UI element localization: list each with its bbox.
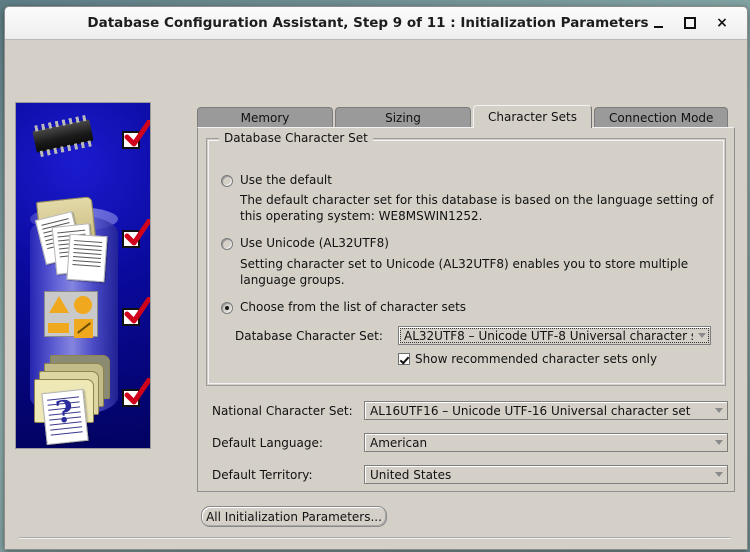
window-controls: ×: [651, 16, 747, 30]
radio-use-default[interactable]: Use the default: [221, 173, 332, 187]
close-icon[interactable]: ×: [715, 16, 729, 30]
tab-connection-mode[interactable]: Connection Mode: [594, 107, 729, 128]
default-territory-value: United States: [370, 467, 452, 482]
default-territory-row: Default Territory: United States: [212, 465, 728, 484]
default-language-label: Default Language:: [212, 435, 323, 450]
question-document-icon: ?: [41, 388, 89, 446]
radio-use-unicode[interactable]: Use Unicode (AL32UTF8): [221, 236, 389, 250]
footer-divider: [19, 537, 731, 539]
database-character-set-row: Database Character Set: AL32UTF8 – Unico…: [235, 326, 713, 345]
default-language-row: Default Language: American: [212, 433, 728, 452]
all-initialization-parameters-button[interactable]: All Initialization Parameters...: [201, 506, 387, 527]
title-bar: Database Configuration Assistant, Step 9…: [5, 7, 747, 40]
document-icon: [66, 233, 108, 283]
checkbox-indicator: [398, 353, 410, 365]
chevron-down-icon[interactable]: [693, 327, 710, 344]
illustration-background: ?: [16, 103, 150, 448]
national-character-set-label: National Character Set:: [212, 403, 353, 418]
pencil-icon: [73, 318, 95, 339]
tab-character-sets[interactable]: Character Sets: [473, 105, 593, 128]
tab-bar: Memory Sizing Character Sets Connection …: [197, 105, 737, 128]
chevron-down-icon[interactable]: [710, 402, 727, 419]
chevron-down-icon[interactable]: [710, 466, 727, 483]
application-window: Database Configuration Assistant, Step 9…: [4, 6, 748, 550]
database-character-set-label: Database Character Set:: [235, 328, 383, 343]
national-character-set-value: AL16UTF16 – Unicode UTF-16 Universal cha…: [370, 403, 691, 418]
radio-label: Choose from the list of character sets: [240, 300, 467, 314]
wizard-illustration: ?: [15, 102, 151, 449]
national-character-set-row: National Character Set: AL16UTF16 – Unic…: [212, 401, 728, 420]
radio-label: Use the default: [240, 173, 332, 187]
shapes-tile-icon: [44, 291, 98, 339]
radio-choose-from-list[interactable]: Choose from the list of character sets: [221, 300, 466, 314]
radio-indicator: [221, 238, 233, 250]
chip-icon: [32, 119, 94, 153]
group-title: Database Character Set: [219, 131, 373, 145]
database-character-set-value: AL32UTF8 – Unicode UTF-8 Universal chara…: [404, 328, 693, 343]
database-character-set-combo[interactable]: AL32UTF8 – Unicode UTF-8 Universal chara…: [398, 326, 711, 345]
window-title: Database Configuration Assistant, Step 9…: [87, 15, 649, 31]
radio-indicator: [221, 175, 233, 187]
maximize-icon[interactable]: [683, 16, 697, 30]
default-territory-label: Default Territory:: [212, 467, 313, 482]
tab-sizing[interactable]: Sizing: [335, 107, 471, 128]
circle-icon: [73, 295, 95, 315]
default-territory-combo[interactable]: United States: [364, 465, 728, 484]
default-language-value: American: [370, 435, 428, 450]
default-language-combo[interactable]: American: [364, 433, 728, 452]
window-body: ? Memory Sizing Character Sets Connectio…: [5, 40, 747, 549]
chevron-down-icon[interactable]: [710, 434, 727, 451]
use-unicode-description: Setting character set to Unicode (AL32UT…: [240, 257, 689, 287]
checkmark-icon: [122, 297, 150, 328]
use-default-description: The default character set for this datab…: [240, 193, 714, 223]
checkmark-icon: [122, 378, 150, 409]
rectangle-icon: [48, 318, 70, 339]
minimize-icon[interactable]: [651, 16, 665, 30]
question-mark-glyph: ?: [53, 394, 75, 431]
checkmark-icon: [122, 219, 150, 250]
show-recommended-label: Show recommended character sets only: [415, 352, 658, 366]
tab-memory[interactable]: Memory: [197, 107, 333, 128]
checkmark-icon: [122, 120, 150, 151]
national-character-set-combo[interactable]: AL16UTF16 – Unicode UTF-16 Universal cha…: [364, 401, 728, 420]
triangle-icon: [48, 295, 70, 315]
show-recommended-checkbox-row[interactable]: Show recommended character sets only: [398, 352, 657, 366]
tab-panel-character-sets: Database Character Set Use the default T…: [197, 127, 735, 492]
radio-label: Use Unicode (AL32UTF8): [240, 236, 389, 250]
database-character-set-group: Database Character Set Use the default T…: [206, 131, 726, 386]
radio-indicator: [221, 302, 233, 314]
